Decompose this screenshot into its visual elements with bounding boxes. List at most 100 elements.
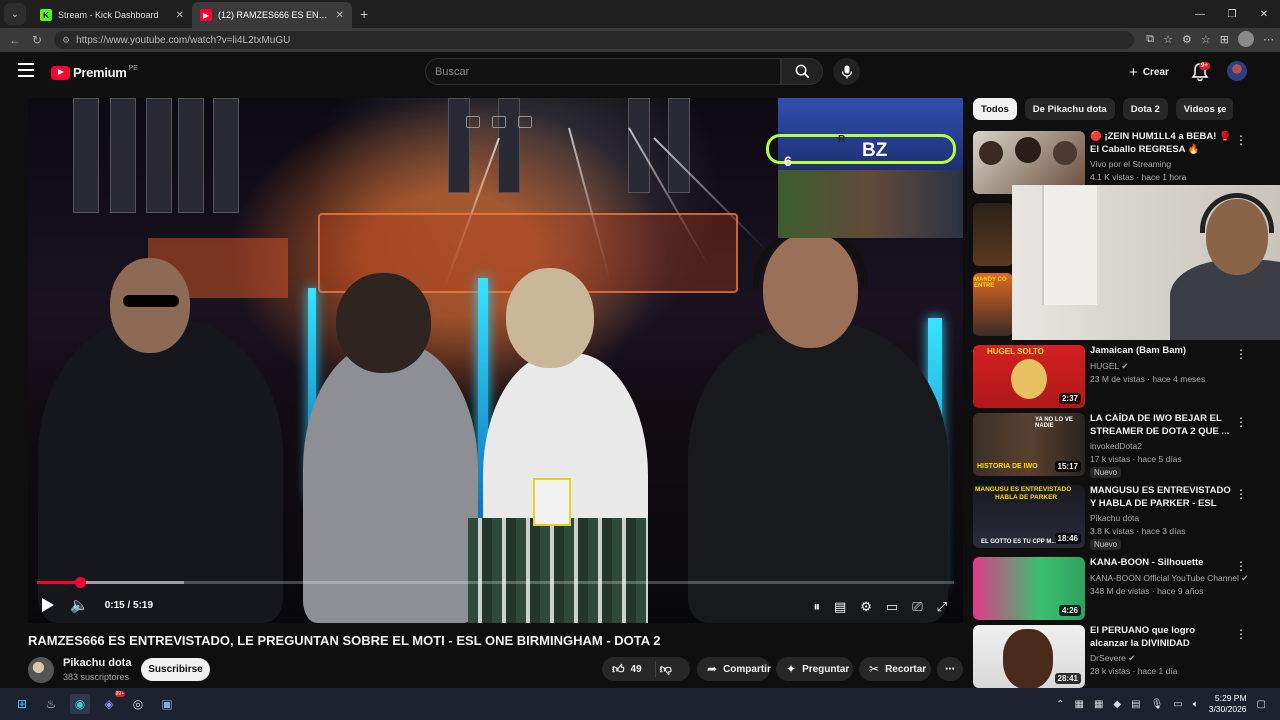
chip-dota2[interactable]: Dota 2 <box>1122 98 1168 120</box>
recommendation-title[interactable]: El PERUANO que logro alcanzar la DIVINID… <box>1090 625 1235 650</box>
recommendation-channel[interactable]: Vivo por el Streaming <box>1090 159 1171 169</box>
voice-search-button[interactable] <box>833 58 860 85</box>
volume-icon[interactable]: 🔈 <box>70 596 89 614</box>
favorite-star-icon[interactable]: ☆ <box>1163 33 1173 46</box>
account-avatar[interactable] <box>1227 61 1247 81</box>
volume-icon[interactable]: 🔈︎ <box>1193 699 1199 710</box>
cast-icon[interactable]: ⎚ <box>912 600 922 614</box>
reload-icon[interactable]: ↻ <box>26 33 48 47</box>
channel-avatar[interactable] <box>28 657 54 683</box>
tab-kick-dashboard[interactable]: K Stream - Kick Dashboard ✕ <box>32 2 192 28</box>
close-icon[interactable]: ✕ <box>176 10 184 21</box>
obs-icon[interactable]: ◎ <box>128 694 148 714</box>
channel-name[interactable]: Pikachu dota <box>63 657 131 669</box>
windows-start-icon[interactable]: ⊞ <box>12 694 32 714</box>
miniplayer-icon[interactable]: ▭ <box>886 600 898 614</box>
youtube-premium-logo[interactable]: Premium PE <box>51 65 138 80</box>
tab-youtube-video[interactable]: ▶ (12) RAMZES666 ES ENTREVISTADO, LE PRE… <box>192 2 352 28</box>
video-thumbnail[interactable]: MANDY CO ENTRE <box>973 273 1013 336</box>
thumbs-down-icon[interactable]: 👎︎ <box>660 662 672 677</box>
menu-icon[interactable] <box>18 63 34 77</box>
chip-related[interactable]: Videos re <box>1175 98 1233 120</box>
video-thumbnail[interactable]: 4:26 <box>973 557 1085 620</box>
minimize-icon[interactable]: — <box>1184 0 1216 28</box>
tray-app-icon[interactable]: ▦ <box>1075 699 1084 710</box>
visual-search-icon[interactable] <box>492 116 506 128</box>
steam-icon[interactable]: ♨ <box>41 694 61 714</box>
profile-avatar[interactable] <box>1238 31 1254 47</box>
recommendation-channel[interactable]: invokedDota2 <box>1090 441 1142 451</box>
recommendation-channel[interactable]: HUGEL ✔ <box>1090 361 1128 372</box>
video-thumbnail[interactable]: YA NO LO VE NADIE HISTORIA DE IWO 15:17 <box>973 413 1085 476</box>
share-button[interactable]: ➦ Compartir <box>697 657 771 681</box>
more-vert-icon[interactable]: ⋮ <box>1235 559 1247 573</box>
more-vert-icon[interactable]: ⋮ <box>1235 627 1247 641</box>
play-icon[interactable] <box>42 598 54 612</box>
restore-icon[interactable]: ❐ <box>1216 0 1248 28</box>
install-app-icon[interactable]: ⧉ <box>1146 33 1154 46</box>
fullscreen-icon[interactable]: ⤢ <box>937 600 947 614</box>
subtitles-icon[interactable]: ▤ <box>834 600 846 614</box>
recommendation-title[interactable]: LA CAÍDA DE IWO BEJAR EL STREAMER DE DOT… <box>1090 413 1235 438</box>
search-button[interactable] <box>781 58 823 85</box>
recommendation-title[interactable]: KANA-BOON - Silhouette <box>1090 557 1235 570</box>
translate-icon[interactable] <box>518 116 532 128</box>
recommendation-title[interactable]: 🔴 ¡ZEIN HUM1LL4 a BEBA! 🥊 El Caballo REG… <box>1090 131 1235 156</box>
chip-channel[interactable]: De Pikachu dota <box>1024 98 1115 120</box>
ask-button[interactable]: ✦ Preguntar <box>776 657 853 681</box>
search-input[interactable]: Buscar <box>425 58 781 85</box>
extensions-icon[interactable]: ⚙ <box>1182 33 1192 46</box>
video-player[interactable]: R 6 BZ 🔈 0:15 / 5:19 ⏸ ▤ ⚙ ▭ ⎚ ⤢ <box>28 98 963 623</box>
video-thumbnail[interactable]: MANGUSU ES ENTREVISTADO HABLA DE PARKER … <box>973 485 1085 548</box>
video-thumbnail[interactable] <box>973 203 1013 266</box>
like-count[interactable]: 49 <box>631 664 642 675</box>
recommendation-item[interactable]: MANGUSU ES ENTREVISTADO HABLA DE PARKER … <box>973 485 1273 550</box>
browser-menu-icon[interactable]: ⋯ <box>1263 33 1274 46</box>
recommendation-title[interactable]: MANGUSU ES ENTREVISTADO Y HABLA DE PARKE… <box>1090 485 1235 510</box>
new-tab-icon[interactable]: + <box>360 6 368 22</box>
chip-todos[interactable]: Todos <box>973 98 1017 120</box>
video-thumbnail[interactable]: HUGEL SOLTO 2:37 <box>973 345 1085 408</box>
create-button[interactable]: + Crear <box>1119 59 1179 85</box>
more-vert-icon[interactable]: ⋮ <box>1235 133 1247 147</box>
more-vert-icon[interactable]: ⋮ <box>1235 487 1247 501</box>
clock[interactable]: 5:29 PM 3/30/2026 <box>1209 693 1247 715</box>
app-window-icon[interactable]: ▣ <box>157 694 177 714</box>
chevron-right-icon[interactable]: › <box>1217 102 1222 118</box>
chevron-up-icon[interactable]: ⌃ <box>1056 699 1064 710</box>
tray-app-icon[interactable]: ◆ <box>1113 699 1121 710</box>
notification-center-icon[interactable]: ▢ <box>1257 699 1266 710</box>
recommendation-item[interactable]: 4:26 KANA-BOON - Silhouette KANA-BOON Of… <box>973 557 1273 621</box>
recommendation-channel[interactable]: Pikachu dota <box>1090 513 1139 523</box>
collections-icon[interactable]: ⊞ <box>1220 33 1229 46</box>
tray-app-icon[interactable]: ▤ <box>1131 699 1140 710</box>
recommendation-channel[interactable]: KANA-BOON Official YouTube Channel ✔ <box>1090 573 1248 584</box>
video-thumbnail[interactable]: 28:41 <box>973 625 1085 688</box>
more-vert-icon[interactable]: ⋮ <box>1235 415 1247 429</box>
recommendation-item[interactable]: YA NO LO VE NADIE HISTORIA DE IWO 15:17 … <box>973 413 1273 478</box>
microphone-icon[interactable]: 🎙︎ <box>1151 699 1164 710</box>
recommendation-title[interactable]: Jamaican (Bam Bam) <box>1090 345 1235 358</box>
clip-button[interactable]: ✂ Recortar <box>859 657 931 681</box>
discord-icon[interactable]: ◈ 99+ <box>99 691 125 714</box>
picture-in-picture-icon[interactable] <box>466 116 480 128</box>
thumbs-up-icon[interactable]: 👍︎ <box>612 662 625 677</box>
back-icon[interactable]: ← <box>4 33 26 47</box>
tab-list-button[interactable]: ⌄ <box>4 3 26 25</box>
recommendation-item[interactable]: 28:41 El PERUANO que logro alcanzar la D… <box>973 625 1273 689</box>
more-vert-icon[interactable]: ⋮ <box>1235 347 1247 361</box>
url-field[interactable]: ⚙ https://www.youtube.com/watch?v=li4L2t… <box>54 31 1134 49</box>
tray-app-icon[interactable]: ▦ <box>1094 699 1103 710</box>
recommendation-channel[interactable]: DrSevere ✔ <box>1090 653 1135 664</box>
progress-bar[interactable] <box>37 577 954 588</box>
display-icon[interactable]: ▭ <box>1173 699 1182 710</box>
more-actions-button[interactable]: ⋯ <box>937 657 963 681</box>
close-icon[interactable]: ✕ <box>336 10 344 21</box>
settings-gear-icon[interactable]: ⚙ <box>860 600 872 614</box>
site-info-icon[interactable]: ⚙ <box>62 35 70 46</box>
favorites-icon[interactable]: ☆ <box>1201 33 1211 46</box>
edge-browser-icon[interactable]: ◉ <box>70 694 90 714</box>
close-window-icon[interactable]: ✕ <box>1248 0 1280 28</box>
autoplay-toggle-icon[interactable]: ⏸ <box>813 600 820 614</box>
recommendation-item[interactable]: HUGEL SOLTO 2:37 Jamaican (Bam Bam) HUGE… <box>973 345 1273 409</box>
